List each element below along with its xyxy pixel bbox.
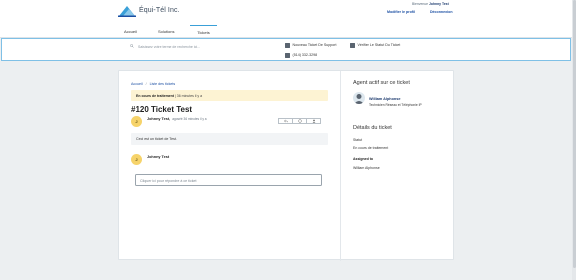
brand-name: Équi-Tél Inc.: [139, 7, 180, 14]
reply-input[interactable]: Cliquer ici pour répondre à ce ticket: [135, 174, 322, 186]
breadcrumb-separator: /: [145, 82, 147, 86]
main-nav: Accueil Solutions Tickets: [0, 25, 572, 38]
logout-link[interactable]: Déconnexion: [430, 10, 453, 14]
circle-icon: [297, 119, 302, 123]
phone-icon: [285, 53, 290, 58]
details-section-title: Détails du ticket: [353, 125, 392, 131]
welcome-prefix: Bienvenue: [412, 2, 429, 6]
author-avatar: J: [131, 116, 142, 127]
search-placeholder: Saisissez votre terme de recherche ici..…: [138, 44, 201, 49]
welcome-user: Johnny Test: [428, 2, 449, 6]
brand-logo-icon: [118, 6, 136, 17]
reply-author-avatar: J: [131, 154, 142, 165]
status-banner: En cours de traitement | 36 minutes il y…: [131, 90, 328, 101]
detail-assigned-value: William Alphonse: [353, 166, 380, 170]
agent-role: Technicien Réseau et Téléphonie IP: [369, 103, 422, 107]
author-line: Johnny Test, agoséé 36 minutes il y a: [147, 117, 207, 121]
page-scrollbar[interactable]: [572, 0, 576, 280]
welcome-text: Bienvenue Johnny Test: [412, 2, 449, 6]
message-body: Ceci est un ticket de Test.: [131, 133, 328, 145]
ticket-main: Accueil / Liste des tickets En cours de tr…: [119, 71, 340, 261]
search-input[interactable]: Saisissez votre terme de recherche ici..…: [130, 44, 280, 50]
reply-author-name: Johnny Test: [147, 155, 169, 159]
reply-icon: [283, 119, 288, 123]
breadcrumb: Accueil / Liste des tickets: [131, 82, 175, 86]
breadcrumb-home[interactable]: Accueil: [131, 82, 143, 86]
nav-item-tickets[interactable]: Tickets: [190, 25, 217, 35]
author-time: agoséé 36 minutes il y a: [172, 117, 207, 121]
detail-status-label: Statut: [353, 138, 363, 142]
check-status-label: Vérifier Le Statut Du Ticket: [357, 43, 401, 48]
nav-item-accueil[interactable]: Accueil: [124, 29, 137, 34]
user-icon: [312, 119, 315, 123]
status-time: | 36 minutes il y a: [174, 93, 203, 98]
status-label: En cours de traitement: [136, 93, 174, 98]
phone-link[interactable]: (514) 332-3298: [285, 53, 317, 58]
check-status-link[interactable]: Vérifier Le Statut Du Ticket: [350, 43, 400, 48]
new-ticket-link[interactable]: Nouveau Ticket De Support: [285, 43, 336, 48]
reply-button[interactable]: [278, 118, 293, 124]
nav-item-solutions[interactable]: Solutions: [158, 29, 174, 34]
agent-photo-icon: [354, 94, 364, 104]
author-name: Johnny Test,: [147, 117, 171, 121]
edit-profile-link[interactable]: Modifier le profil: [387, 10, 415, 14]
breadcrumb-ticket-list[interactable]: Liste des tickets: [150, 82, 176, 86]
agent-section-title: Agent actif sur ce ticket: [353, 80, 410, 86]
scrollbar-thumb[interactable]: [572, 0, 576, 268]
detail-status-value: En cours de traitement: [353, 146, 389, 150]
ticket-card: Accueil / Liste des tickets En cours de tr…: [118, 70, 455, 261]
agent-avatar: [353, 92, 365, 104]
search-icon: [130, 44, 134, 48]
ticket-title: #120 Ticket Test: [131, 105, 193, 114]
top-header: Équi-Tél Inc. Bienvenue Johnny Test Modi…: [0, 0, 572, 25]
detail-assigned-label: Assigned to: [353, 157, 374, 161]
new-ticket-label: Nouveau Ticket De Support: [292, 43, 337, 48]
search-ticket-icon: [350, 43, 355, 48]
plus-icon: [285, 43, 290, 48]
assign-button[interactable]: [306, 118, 321, 124]
message-actions: [278, 118, 321, 124]
reply-author-label: Johnny Test: [147, 155, 170, 159]
ticket-sidebar: Agent actif sur ce ticket William Alphon…: [340, 71, 455, 261]
status-button[interactable]: [292, 118, 307, 124]
quick-actions-bar: Saisissez votre terme de recherche ici..…: [1, 38, 571, 61]
agent-name: William Alphonse: [369, 97, 401, 101]
account-links: Modifier le profil Déconnexion: [387, 10, 467, 14]
phone-number: (514) 332-3298: [292, 53, 318, 58]
